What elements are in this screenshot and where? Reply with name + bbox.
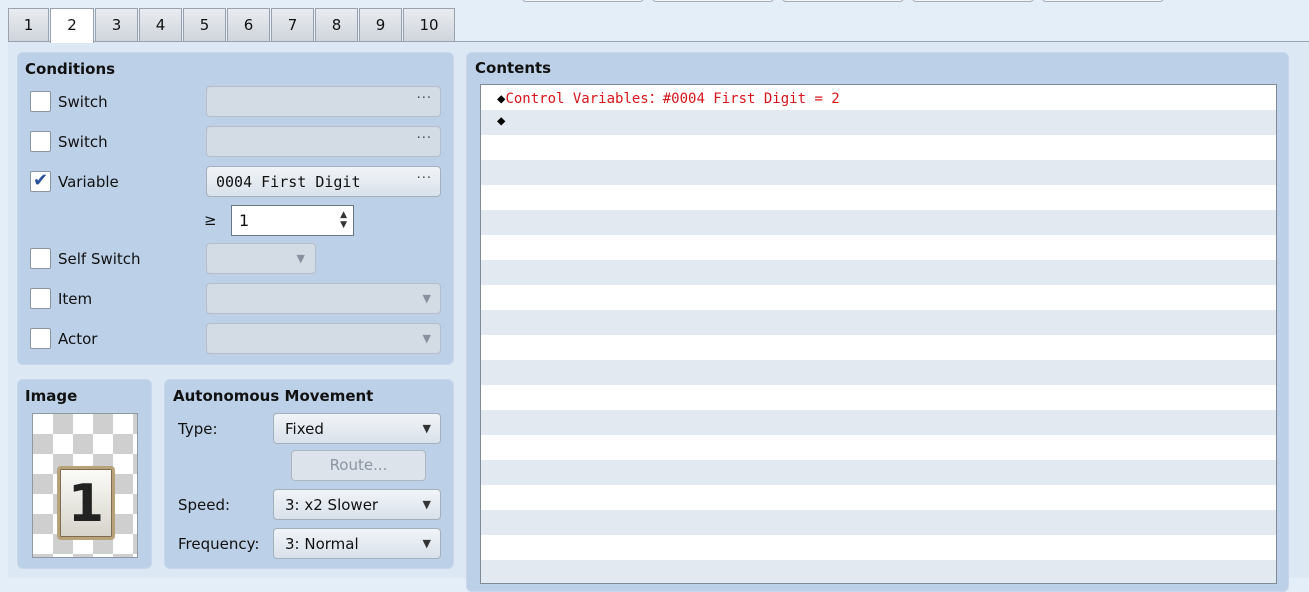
chevron-down-icon: ▼ <box>422 498 431 511</box>
empty-row <box>481 410 1276 435</box>
variable-amount-spinner[interactable]: 1 ▲ ▼ <box>231 205 354 236</box>
item-label: Item <box>58 290 93 308</box>
route-button[interactable]: Route... <box>291 450 426 481</box>
chevron-down-icon: ▼ <box>422 332 431 345</box>
actor-label: Actor <box>58 330 98 348</box>
command-marker: ◆ <box>497 113 506 129</box>
ellipsis-icon: ··· <box>416 171 432 186</box>
image-preview[interactable]: 1 <box>32 413 138 558</box>
type-dropdown[interactable]: Fixed ▼ <box>273 413 441 444</box>
empty-row <box>481 285 1276 310</box>
type-value: Fixed <box>285 420 324 438</box>
top-button-2[interactable] <box>652 0 774 2</box>
switch1-selector[interactable]: ··· <box>206 86 441 117</box>
tab-page-2[interactable]: 2 <box>50 8 94 43</box>
self-switch-checkbox[interactable] <box>30 248 51 269</box>
movement-title: Autonomous Movement <box>173 387 374 405</box>
spin-up-icon[interactable]: ▲ <box>340 211 347 220</box>
chevron-down-icon: ▼ <box>422 537 431 550</box>
empty-row <box>481 135 1276 160</box>
frequency-dropdown[interactable]: 3: Normal ▼ <box>273 528 441 559</box>
actor-checkbox[interactable] <box>30 328 51 349</box>
number-tile-image: 1 <box>57 466 115 540</box>
tab-page-1[interactable]: 1 <box>8 8 49 41</box>
tab-page-8[interactable]: 8 <box>315 8 358 41</box>
command-text: Control Variables：#0004 First Digit = 2 <box>505 91 840 107</box>
tab-page-7[interactable]: 7 <box>271 8 314 41</box>
empty-row <box>481 335 1276 360</box>
switch2-selector[interactable]: ··· <box>206 126 441 157</box>
empty-row <box>481 385 1276 410</box>
command-row[interactable]: ◆Control Variables：#0004 First Digit = 2 <box>481 85 1276 110</box>
top-button-3[interactable] <box>782 0 904 2</box>
variable-label: Variable <box>58 173 119 191</box>
empty-row <box>481 460 1276 485</box>
actor-dropdown[interactable]: ▼ <box>206 323 441 354</box>
conditions-title: Conditions <box>25 60 116 78</box>
empty-row <box>481 310 1276 335</box>
image-title: Image <box>25 387 78 405</box>
item-checkbox[interactable] <box>30 288 51 309</box>
type-label: Type: <box>178 420 218 438</box>
top-button-5[interactable] <box>1042 0 1164 2</box>
frequency-value: 3: Normal <box>285 535 359 553</box>
command-row[interactable]: ◆ <box>481 110 1276 135</box>
chevron-down-icon: ▼ <box>422 422 431 435</box>
empty-row <box>481 360 1276 385</box>
self-switch-dropdown[interactable]: ▼ <box>206 243 316 274</box>
checkmark-icon: ✔ <box>32 170 49 191</box>
speed-value: 3: x2 Slower <box>285 496 379 514</box>
empty-row <box>481 485 1276 510</box>
top-button-1[interactable] <box>522 0 644 2</box>
tab-page-5[interactable]: 5 <box>183 8 226 41</box>
top-button-4[interactable] <box>912 0 1034 2</box>
empty-row <box>481 210 1276 235</box>
speed-dropdown[interactable]: 3: x2 Slower ▼ <box>273 489 441 520</box>
image-panel: Image 1 <box>17 379 152 569</box>
empty-row <box>481 160 1276 185</box>
empty-row <box>481 260 1276 285</box>
item-dropdown[interactable]: ▼ <box>206 283 441 314</box>
empty-row <box>481 235 1276 260</box>
autonomous-movement-panel: Autonomous Movement Type: Fixed ▼ Route.… <box>164 379 454 569</box>
empty-row <box>481 435 1276 460</box>
chevron-down-icon: ▼ <box>296 252 305 265</box>
switch1-label: Switch <box>58 93 108 111</box>
spin-down-icon[interactable]: ▼ <box>340 221 347 230</box>
switch1-checkbox[interactable] <box>30 91 51 112</box>
self-switch-label: Self Switch <box>58 250 141 268</box>
tab-page-3[interactable]: 3 <box>95 8 138 41</box>
empty-row <box>481 560 1276 583</box>
variable-operator: ≥ <box>204 211 217 229</box>
conditions-panel: Conditions Switch ··· Switch ··· ✔ Varia… <box>17 52 454 365</box>
switch2-label: Switch <box>58 133 108 151</box>
tab-page-4[interactable]: 4 <box>139 8 182 41</box>
ellipsis-icon: ··· <box>416 91 432 106</box>
switch2-checkbox[interactable] <box>30 131 51 152</box>
variable-checkbox[interactable]: ✔ <box>30 171 51 192</box>
tab-page-10[interactable]: 10 <box>403 8 455 41</box>
variable-amount-value: 1 <box>239 211 250 230</box>
ellipsis-icon: ··· <box>416 131 432 146</box>
frequency-label: Frequency: <box>178 535 260 553</box>
variable-value: 0004 First Digit <box>216 173 361 191</box>
empty-row <box>481 510 1276 535</box>
empty-row <box>481 185 1276 210</box>
variable-selector[interactable]: 0004 First Digit ··· <box>206 166 441 197</box>
empty-row <box>481 535 1276 560</box>
tab-page-9[interactable]: 9 <box>359 8 402 41</box>
event-command-list[interactable]: ◆Control Variables：#0004 First Digit = 2… <box>480 84 1277 584</box>
tab-divider <box>8 41 1309 42</box>
tab-page-6[interactable]: 6 <box>227 8 270 41</box>
speed-label: Speed: <box>178 496 231 514</box>
contents-title: Contents <box>475 59 552 77</box>
chevron-down-icon: ▼ <box>422 292 431 305</box>
